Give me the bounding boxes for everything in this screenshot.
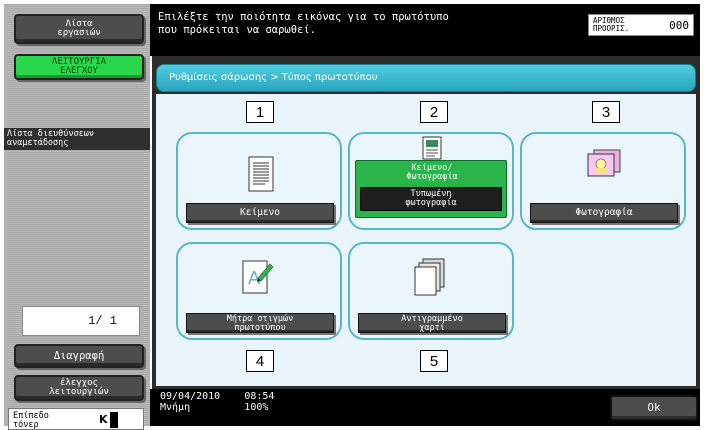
text-document-icon xyxy=(248,156,274,192)
instruction-text: Επιλέξτε την ποιότητα εικόνας για το πρω… xyxy=(158,11,449,36)
memory-label: Μνήμη xyxy=(160,402,191,413)
destination-counter: ΑΡΙΘΜΟΣ ΠΡΟΟΡΙΣ. 000 xyxy=(588,14,694,36)
main-panel: Ρυθμίσεις σάρωσης > Τύπος πρωτοτύπου 1 2… xyxy=(152,56,700,389)
option-number-3: 3 xyxy=(592,101,620,123)
printed-photo-button[interactable]: Τυπωμένη φωτογραφία xyxy=(360,187,502,211)
toner-label: Επίπεδο τόνερ xyxy=(13,411,49,430)
dot-matrix-button[interactable]: Μήτρα στιγμών πρωτοτύπου xyxy=(186,313,334,333)
photo-icon xyxy=(587,149,621,177)
option-dot-matrix[interactable]: A Μήτρα στιγμών πρωτοτύπου xyxy=(176,242,342,340)
job-list-button[interactable]: Λίστα εργασιών xyxy=(14,14,144,44)
delete-button[interactable]: Διαγραφή xyxy=(14,344,144,368)
message-header: Επιλέξτε την ποιότητα εικόνας για το πρω… xyxy=(150,4,700,56)
check-details-button[interactable]: έλεγχος λειτουργιών xyxy=(14,375,144,401)
text-photo-document-icon xyxy=(422,136,442,160)
option-text-photo[interactable]: Κείμενο/ Φωτογραφία Τυπωμένη φωτογραφία xyxy=(348,132,514,230)
toner-bar xyxy=(110,412,118,428)
date-time-memory: 09/04/2010 08:54 Μνήμη 100% xyxy=(160,391,274,413)
ok-button[interactable]: Ok xyxy=(610,395,698,421)
option-text[interactable]: Κείμενο xyxy=(176,132,342,230)
option-number-2: 2 xyxy=(420,101,448,123)
toner-level: Επίπεδο τόνερ K xyxy=(8,408,144,430)
breadcrumb: Ρυθμίσεις σάρωσης > Τύπος πρωτοτύπου xyxy=(169,72,378,83)
screen: Λίστα εργασιών ΛΕΙΤΟΥΡΓΙΑ ΕΛΕΓΧΟΥ Λίστα … xyxy=(0,0,704,430)
option-number-5: 5 xyxy=(420,350,448,372)
original-type-options: 1 2 3 Κείμενο Κείμενο/ Φωτογραφία Τυπωμέ… xyxy=(156,94,696,386)
copied-paper-icon xyxy=(414,258,445,296)
breadcrumb-bar: Ρυθμίσεις σάρωσης > Τύπος πρωτοτύπου xyxy=(156,64,696,92)
option-number-4: 4 xyxy=(246,350,274,372)
address-list-label[interactable]: Λίστα διευθύνσεων αναμετάδοσης xyxy=(4,128,150,150)
destination-counter-label: ΑΡΙΘΜΟΣ ΠΡΟΟΡΙΣ. xyxy=(593,16,630,33)
toner-color-label: K xyxy=(99,413,108,426)
date-text: 09/04/2010 xyxy=(160,391,221,402)
page-counter: 1/ 1 xyxy=(22,306,140,336)
photo-button[interactable]: Φωτογραφία xyxy=(530,203,678,223)
option-photo[interactable]: Φωτογραφία xyxy=(520,132,686,230)
left-sidebar: Λίστα εργασιών ΛΕΙΤΟΥΡΓΙΑ ΕΛΕΓΧΟΥ Λίστα … xyxy=(4,4,150,430)
dot-matrix-document-icon: A xyxy=(242,260,274,294)
time-text: 08:54 xyxy=(244,391,275,402)
text-button[interactable]: Κείμενο xyxy=(186,203,334,223)
option-copied-paper[interactable]: Αντιγραμμένο χαρτί xyxy=(348,242,514,340)
text-photo-label: Κείμενο/ Φωτογραφία xyxy=(406,163,458,182)
text-photo-selected[interactable]: Κείμενο/ Φωτογραφία Τυπωμένη φωτογραφία xyxy=(355,160,507,218)
check-function-button[interactable]: ΛΕΙΤΟΥΡΓΙΑ ΕΛΕΓΧΟΥ xyxy=(14,54,144,80)
memory-value: 100% xyxy=(244,402,269,413)
option-number-1: 1 xyxy=(246,101,274,123)
destination-counter-value: 000 xyxy=(669,19,689,32)
copied-paper-button[interactable]: Αντιγραμμένο χαρτί xyxy=(358,313,506,333)
